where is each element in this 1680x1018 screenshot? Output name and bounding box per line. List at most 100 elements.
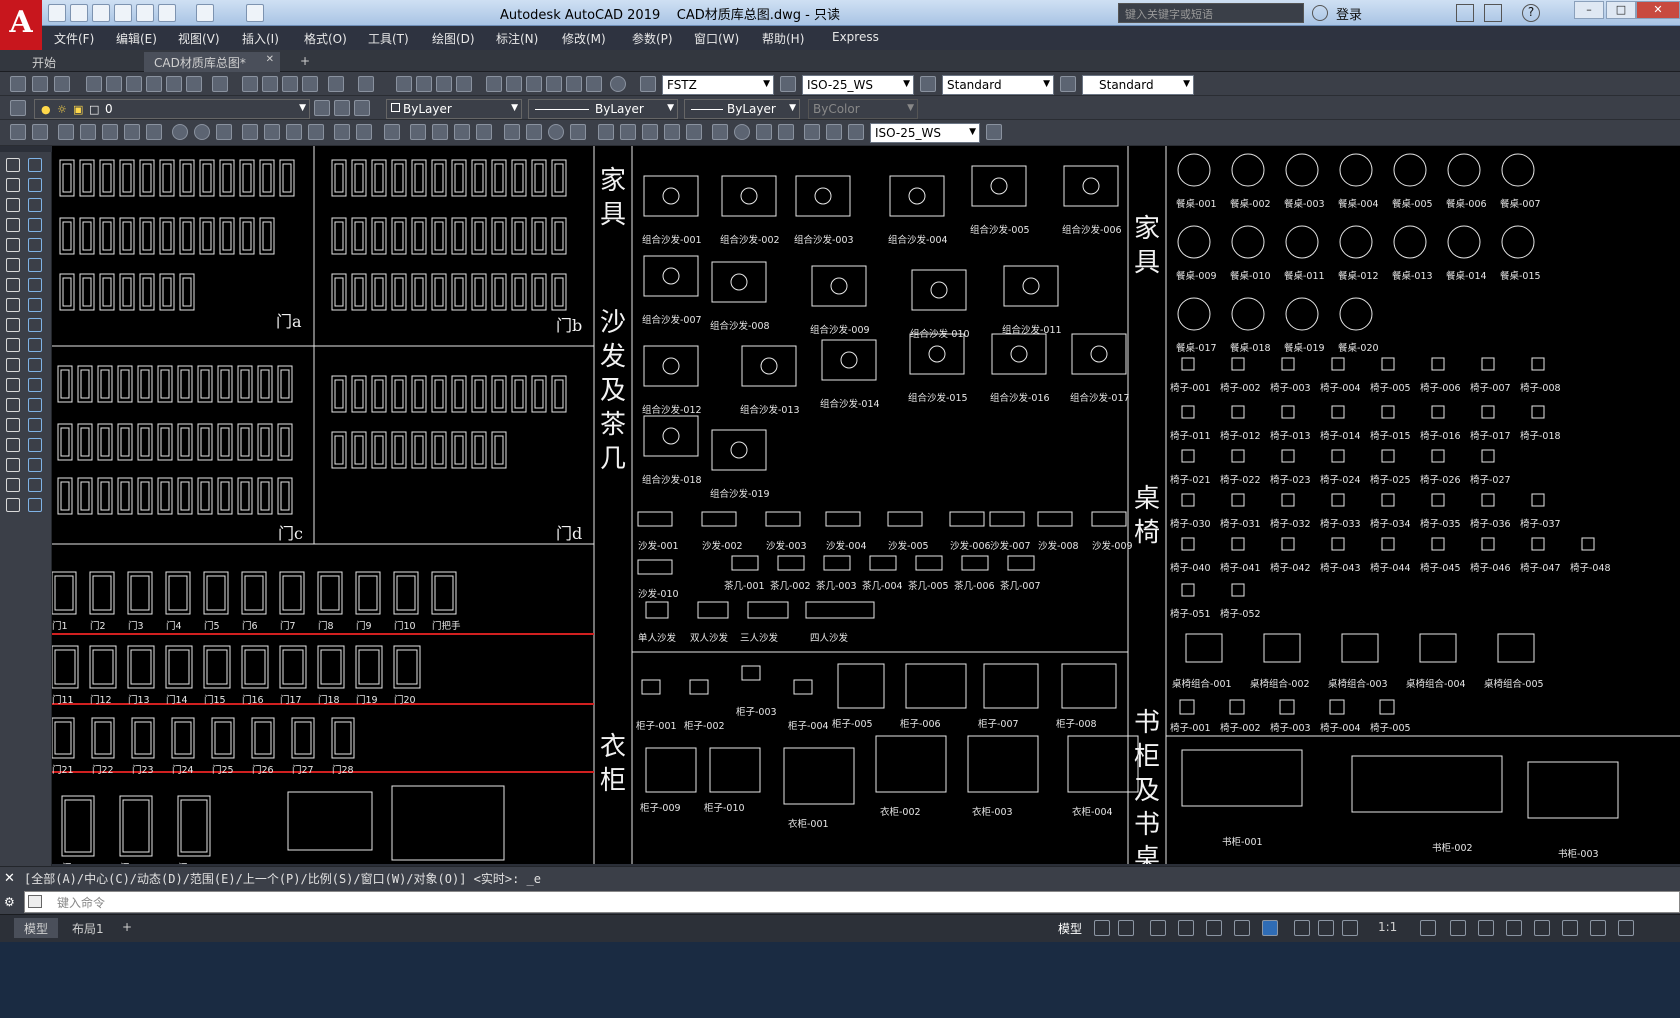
zoom-realtime-icon[interactable] bbox=[416, 76, 432, 92]
new-tab-button[interactable]: + bbox=[290, 52, 320, 72]
qat-redo-icon[interactable] bbox=[196, 4, 214, 22]
tolerance-icon[interactable] bbox=[308, 124, 324, 140]
dim-break-icon[interactable] bbox=[686, 124, 702, 140]
isolate-objects-icon[interactable] bbox=[1478, 920, 1494, 936]
scale-icon[interactable] bbox=[28, 418, 42, 432]
make-current-layer-icon[interactable] bbox=[314, 100, 330, 116]
ordinate-icon[interactable] bbox=[80, 124, 96, 140]
dim-update-icon[interactable] bbox=[454, 124, 470, 140]
join-icon[interactable] bbox=[6, 478, 20, 492]
copy-icon[interactable] bbox=[28, 358, 42, 372]
zoom-window-icon[interactable] bbox=[436, 76, 452, 92]
line-icon[interactable] bbox=[6, 158, 20, 172]
text-style-select[interactable]: FSTZ ▼ bbox=[662, 75, 774, 95]
pan-icon[interactable] bbox=[396, 76, 412, 92]
color-select[interactable]: ByLayer ▼ bbox=[386, 99, 522, 119]
annotation-scale-value[interactable]: 1:1 bbox=[1368, 918, 1407, 938]
isodraft-icon[interactable] bbox=[1206, 920, 1222, 936]
layer-previous-icon[interactable] bbox=[334, 100, 350, 116]
paste-icon[interactable] bbox=[282, 76, 298, 92]
qat-new-icon[interactable] bbox=[48, 4, 66, 22]
erase-icon[interactable] bbox=[6, 358, 20, 372]
fullscreen-icon[interactable] bbox=[1590, 920, 1606, 936]
ellipse-arc-icon[interactable] bbox=[6, 258, 20, 272]
menu-draw[interactable]: 绘图(D) bbox=[432, 30, 475, 47]
markup-icon[interactable] bbox=[566, 76, 582, 92]
annotation-visibility-icon[interactable] bbox=[1294, 920, 1310, 936]
text-angle-icon[interactable] bbox=[826, 124, 842, 140]
hatch-icon[interactable] bbox=[6, 298, 20, 312]
redo-icon[interactable] bbox=[358, 76, 374, 92]
linear-dim-icon[interactable] bbox=[10, 124, 26, 140]
dim-style-manager-icon[interactable] bbox=[986, 124, 1002, 140]
continue-icon[interactable] bbox=[242, 124, 258, 140]
save-icon[interactable] bbox=[126, 76, 142, 92]
otrack-icon[interactable] bbox=[1234, 920, 1250, 936]
mirror-icon[interactable] bbox=[6, 378, 20, 392]
maximize-button[interactable]: □ bbox=[1606, 1, 1636, 19]
workspace-gear-icon[interactable] bbox=[1420, 920, 1436, 936]
qat-undo-icon[interactable] bbox=[158, 4, 176, 22]
menu-file[interactable]: 文件(F) bbox=[54, 30, 94, 47]
dim-style-select[interactable]: ISO-25_WS ▼ bbox=[802, 75, 914, 95]
dim-style-select-2[interactable]: ISO-25_WS ▼ bbox=[870, 123, 980, 143]
spline-icon[interactable] bbox=[6, 238, 20, 252]
auto-scale-icon[interactable] bbox=[1318, 920, 1334, 936]
plus-icon[interactable] bbox=[1450, 920, 1466, 936]
tab-close-icon[interactable]: ✕ bbox=[266, 54, 274, 65]
properties-icon[interactable] bbox=[486, 76, 502, 92]
steering-icon[interactable] bbox=[32, 76, 48, 92]
link-icon[interactable] bbox=[54, 76, 70, 92]
design-center-icon[interactable] bbox=[506, 76, 522, 92]
model-tab[interactable]: 模型 bbox=[14, 918, 59, 938]
undo-icon[interactable] bbox=[328, 76, 344, 92]
table-style-icon[interactable] bbox=[920, 76, 936, 92]
command-close-icon[interactable]: ✕ bbox=[4, 871, 15, 886]
menu-parametric[interactable]: 参数(P) bbox=[632, 30, 673, 47]
quick-dim-icon[interactable] bbox=[194, 124, 210, 140]
angular-icon[interactable] bbox=[172, 124, 188, 140]
polar-icon[interactable] bbox=[1178, 920, 1194, 936]
angle-dim-icon[interactable] bbox=[570, 124, 586, 140]
chamfer-icon[interactable] bbox=[28, 478, 42, 492]
insert-block-icon[interactable] bbox=[28, 258, 42, 272]
web-icon[interactable] bbox=[212, 76, 228, 92]
add-layout-button[interactable]: + bbox=[112, 918, 142, 938]
menu-modify[interactable]: 修改(M) bbox=[562, 30, 606, 47]
customize-status-icon[interactable] bbox=[1562, 920, 1578, 936]
center-mark-icon[interactable] bbox=[334, 124, 350, 140]
construction-line-icon[interactable] bbox=[28, 158, 42, 172]
rectangle-icon[interactable] bbox=[6, 198, 20, 212]
baseline-icon[interactable] bbox=[216, 124, 232, 140]
qat-saveas-icon[interactable] bbox=[114, 4, 132, 22]
layer-manager-icon[interactable] bbox=[10, 100, 26, 116]
plot-icon[interactable] bbox=[146, 76, 162, 92]
layer-select[interactable]: ● ☼ ▣ □ 0 ▼ bbox=[34, 99, 310, 119]
menu-insert[interactable]: 插入(I) bbox=[242, 30, 279, 47]
table-style-select[interactable]: Standard ▼ bbox=[942, 75, 1054, 95]
point-icon[interactable] bbox=[28, 278, 42, 292]
mtext-icon[interactable] bbox=[6, 338, 20, 352]
ellipse-icon[interactable] bbox=[28, 238, 42, 252]
command-input[interactable]: 键入命令 bbox=[24, 891, 1680, 913]
dim-style-icon[interactable] bbox=[780, 76, 796, 92]
qat-plot-icon[interactable] bbox=[136, 4, 154, 22]
diameter-icon[interactable] bbox=[146, 124, 162, 140]
tolerance-frame-icon[interactable] bbox=[712, 124, 728, 140]
move-icon[interactable] bbox=[28, 398, 42, 412]
text-style-icon[interactable] bbox=[640, 76, 656, 92]
help-icon[interactable]: ? bbox=[1522, 4, 1540, 22]
offset-icon[interactable] bbox=[28, 378, 42, 392]
explode-icon[interactable] bbox=[28, 498, 42, 512]
jog-icon[interactable] bbox=[778, 124, 794, 140]
region-icon[interactable] bbox=[6, 318, 20, 332]
publish-icon[interactable] bbox=[186, 76, 202, 92]
add-selected-icon[interactable] bbox=[28, 338, 42, 352]
qat-open-icon[interactable] bbox=[70, 4, 88, 22]
qat-customize-icon[interactable] bbox=[246, 4, 264, 22]
zoom-previous-icon[interactable] bbox=[456, 76, 472, 92]
dim-refresh-icon[interactable] bbox=[848, 124, 864, 140]
cut-icon[interactable] bbox=[242, 76, 258, 92]
jogged-linear-icon[interactable] bbox=[384, 124, 400, 140]
drawing-canvas[interactable]: 门a 门b 门c 门d 门1 门2 门3 门4 门5 门6 门7 门8 门9 门10 门把手 门11 门12 门1… bbox=[52, 146, 1680, 864]
